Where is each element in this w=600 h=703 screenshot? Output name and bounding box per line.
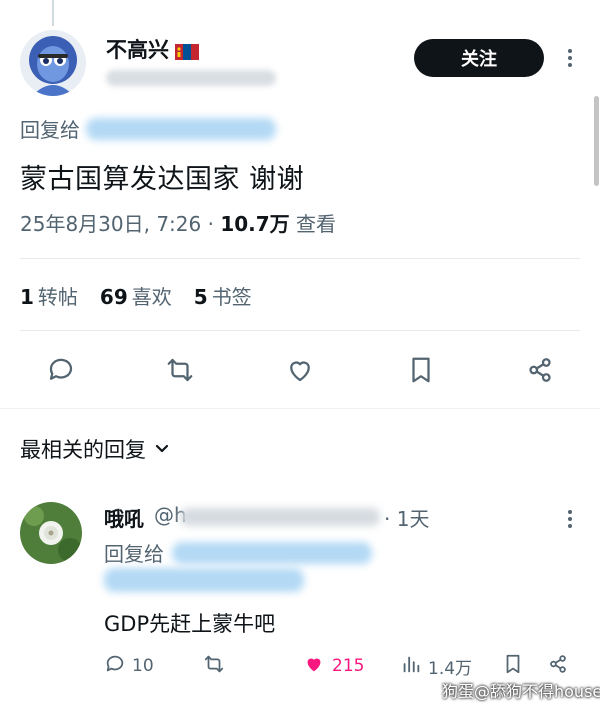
divider bbox=[20, 330, 580, 331]
follow-button[interactable]: 关注 bbox=[414, 39, 544, 77]
bookmarks-label: 书签 bbox=[211, 285, 252, 309]
scrollbar-thumb[interactable] bbox=[594, 96, 599, 186]
bookmark-icon bbox=[502, 653, 524, 680]
reply-comment-button[interactable]: 10 bbox=[104, 652, 154, 680]
thread-connector-line bbox=[52, 0, 54, 26]
author-display-name[interactable]: 不高兴 bbox=[106, 34, 199, 64]
share-icon[interactable] bbox=[522, 352, 558, 388]
engagement-stats: 1 转帖 69 喜欢 5 书签 bbox=[20, 281, 252, 310]
reply-to-line: 回复给 bbox=[20, 114, 276, 143]
reply-like-count: 215 bbox=[332, 656, 365, 676]
repost-icon bbox=[202, 653, 226, 680]
mongolia-flag-icon bbox=[175, 41, 199, 60]
like-filled-icon bbox=[302, 653, 326, 680]
reply-more-icon[interactable] bbox=[560, 506, 580, 532]
reply-to-handle-redacted[interactable] bbox=[86, 117, 276, 140]
reposts-label: 转帖 bbox=[37, 285, 78, 309]
post-body-text: 蒙古国算发达国家 谢谢 bbox=[20, 164, 305, 195]
reply-reply-to-label: 回复给 bbox=[104, 542, 164, 566]
meta-separator: · bbox=[207, 212, 221, 236]
reply-comment-count: 10 bbox=[132, 656, 154, 676]
likes-label: 喜欢 bbox=[131, 285, 172, 309]
reposts-stat[interactable]: 1 转帖 bbox=[20, 281, 78, 310]
reply-author-avatar[interactable] bbox=[20, 502, 82, 564]
reply-to-label: 回复给 bbox=[20, 118, 80, 142]
reply-share-button[interactable] bbox=[546, 652, 570, 680]
reply-body-text: GDP先赶上蒙牛吧 bbox=[104, 612, 276, 636]
reply-icon[interactable] bbox=[43, 352, 79, 388]
views-label: 查看 bbox=[296, 212, 337, 236]
chevron-down-icon bbox=[154, 437, 170, 461]
reply-like-button[interactable]: 215 bbox=[302, 652, 364, 680]
author-name-text: 不高兴 bbox=[106, 38, 169, 62]
more-options-icon[interactable] bbox=[560, 44, 580, 72]
bookmarks-stat[interactable]: 5 书签 bbox=[194, 281, 252, 310]
views-icon bbox=[400, 653, 422, 680]
repost-icon[interactable] bbox=[162, 352, 198, 388]
replies-sort-dropdown[interactable]: 最相关的回复 bbox=[20, 434, 170, 464]
reply-repost-button[interactable] bbox=[202, 652, 226, 680]
reply-author-name[interactable]: 哦吼 bbox=[104, 503, 144, 532]
reply-mention-redacted[interactable] bbox=[104, 568, 304, 592]
reply-time[interactable]: · 1天 bbox=[384, 503, 429, 532]
reply-handle-redacted bbox=[180, 508, 380, 526]
author-avatar[interactable] bbox=[20, 30, 86, 96]
like-icon[interactable] bbox=[282, 352, 318, 388]
bookmark-icon[interactable] bbox=[403, 352, 439, 388]
post-timestamp[interactable]: 25年8月30日, 7:26 bbox=[20, 212, 201, 236]
section-divider bbox=[0, 408, 600, 409]
likes-stat[interactable]: 69 喜欢 bbox=[100, 281, 172, 310]
likes-count: 69 bbox=[99, 285, 128, 309]
reply-mention-redacted[interactable] bbox=[172, 541, 372, 564]
reposts-count: 1 bbox=[20, 285, 34, 309]
reply-views-count: 1.4万 bbox=[428, 658, 473, 679]
source-watermark: 狗蛋@舔狗不得house bbox=[442, 682, 600, 701]
post-meta: 25年8月30日, 7:26 · 10.7万 查看 bbox=[20, 208, 336, 237]
reply-bookmark-button[interactable] bbox=[502, 652, 524, 680]
reply-reply-to-line: 回复给 bbox=[104, 538, 372, 567]
divider bbox=[20, 258, 580, 259]
bookmarks-count: 5 bbox=[193, 285, 208, 309]
views-count: 10.7万 bbox=[220, 212, 290, 236]
post-action-bar bbox=[0, 348, 600, 392]
replies-sort-label: 最相关的回复 bbox=[20, 438, 146, 462]
author-handle-redacted bbox=[106, 70, 276, 86]
reply-views-button[interactable]: 1.4万 bbox=[400, 652, 472, 680]
reply-icon bbox=[104, 653, 126, 680]
share-icon bbox=[546, 653, 570, 680]
